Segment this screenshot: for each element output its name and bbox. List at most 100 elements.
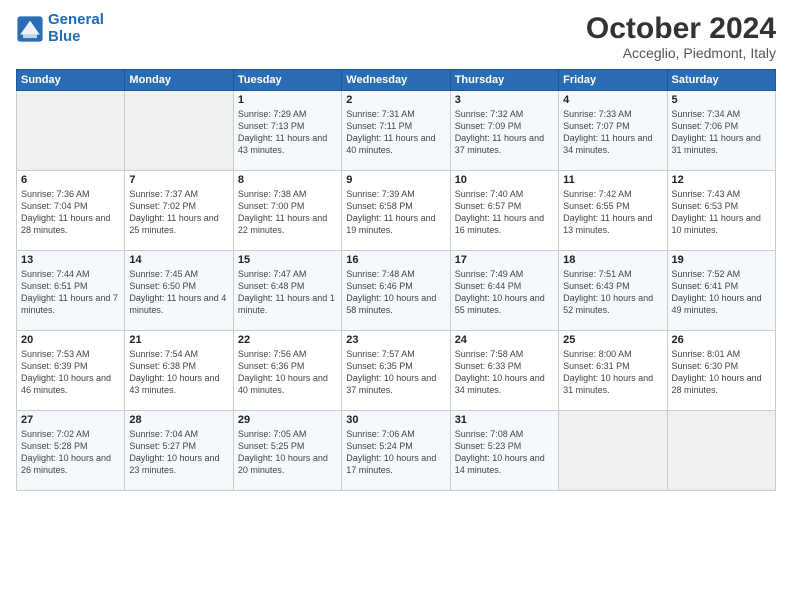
table-cell: 10 Sunrise: 7:40 AMSunset: 6:57 PMDayligh…: [450, 171, 558, 251]
day-number: 18: [563, 254, 662, 266]
day-info: Sunrise: 7:44 AMSunset: 6:51 PMDaylight:…: [21, 268, 120, 317]
day-info: Sunrise: 7:39 AMSunset: 6:58 PMDaylight:…: [346, 188, 445, 237]
table-cell: 13 Sunrise: 7:44 AMSunset: 6:51 PMDayligh…: [17, 251, 125, 331]
day-info: Sunrise: 7:36 AMSunset: 7:04 PMDaylight:…: [21, 188, 120, 237]
col-sat: Saturday: [667, 70, 775, 91]
table-cell: 23 Sunrise: 7:57 AMSunset: 6:35 PMDayligh…: [342, 331, 450, 411]
day-info: Sunrise: 7:52 AMSunset: 6:41 PMDaylight:…: [672, 268, 771, 317]
col-tue: Tuesday: [233, 70, 341, 91]
logo-line1: General: [48, 11, 104, 28]
day-number: 30: [346, 414, 445, 426]
table-cell: 27Sunrise: 7:02 AMSunset: 5:28 PMDayligh…: [17, 411, 125, 491]
col-sun: Sunday: [17, 70, 125, 91]
day-number: 13: [21, 254, 120, 266]
table-cell: [17, 91, 125, 171]
table-cell: [559, 411, 667, 491]
day-number: 1: [238, 94, 337, 106]
table-cell: 9 Sunrise: 7:39 AMSunset: 6:58 PMDaylight…: [342, 171, 450, 251]
day-info: Sunrise: 7:37 AMSunset: 7:02 PMDaylight:…: [129, 188, 228, 237]
day-info: Sunrise: 7:58 AMSunset: 6:33 PMDaylight:…: [455, 348, 554, 397]
day-number: 15: [238, 254, 337, 266]
day-number: 20: [21, 334, 120, 346]
col-mon: Monday: [125, 70, 233, 91]
table-cell: 24 Sunrise: 7:58 AMSunset: 6:33 PMDayligh…: [450, 331, 558, 411]
table-cell: 26Sunrise: 8:01 AMSunset: 6:30 PMDayligh…: [667, 331, 775, 411]
day-info: Sunrise: 7:53 AMSunset: 6:39 PMDaylight:…: [21, 348, 120, 397]
title-block: October 2024 Acceglio, Piedmont, Italy: [586, 12, 776, 61]
day-number: 21: [129, 334, 228, 346]
table-cell: [667, 411, 775, 491]
table-cell: 20 Sunrise: 7:53 AMSunset: 6:39 PMDayligh…: [17, 331, 125, 411]
logo: General Blue: [16, 12, 104, 45]
day-number: 3: [455, 94, 554, 106]
table-cell: 12Sunrise: 7:43 AMSunset: 6:53 PMDayligh…: [667, 171, 775, 251]
day-info: Sunrise: 7:51 AMSunset: 6:43 PMDaylight:…: [563, 268, 662, 317]
day-info: Sunrise: 7:04 AMSunset: 5:27 PMDaylight:…: [129, 428, 228, 477]
day-info: Sunrise: 7:48 AMSunset: 6:46 PMDaylight:…: [346, 268, 445, 317]
table-cell: 4Sunrise: 7:33 AMSunset: 7:07 PMDaylight…: [559, 91, 667, 171]
day-number: 5: [672, 94, 771, 106]
table-cell: 22Sunrise: 7:56 AMSunset: 6:36 PMDayligh…: [233, 331, 341, 411]
day-number: 29: [238, 414, 337, 426]
day-info: Sunrise: 7:05 AMSunset: 5:25 PMDaylight:…: [238, 428, 337, 477]
day-number: 6: [21, 174, 120, 186]
logo-line2: Blue: [48, 28, 81, 45]
table-cell: 28 Sunrise: 7:04 AMSunset: 5:27 PMDayligh…: [125, 411, 233, 491]
day-info: Sunrise: 7:29 AMSunset: 7:13 PMDaylight:…: [238, 108, 337, 157]
day-number: 16: [346, 254, 445, 266]
table-cell: 18 Sunrise: 7:51 AMSunset: 6:43 PMDayligh…: [559, 251, 667, 331]
table-cell: 8 Sunrise: 7:38 AMSunset: 7:00 PMDaylight…: [233, 171, 341, 251]
day-info: Sunrise: 7:43 AMSunset: 6:53 PMDaylight:…: [672, 188, 771, 237]
table-cell: 16 Sunrise: 7:48 AMSunset: 6:46 PMDayligh…: [342, 251, 450, 331]
day-number: 14: [129, 254, 228, 266]
day-number: 10: [455, 174, 554, 186]
day-number: 26: [672, 334, 771, 346]
day-number: 25: [563, 334, 662, 346]
table-cell: 21 Sunrise: 7:54 AMSunset: 6:38 PMDayligh…: [125, 331, 233, 411]
logo-text: General Blue: [48, 12, 104, 45]
day-number: 2: [346, 94, 445, 106]
table-cell: 3 Sunrise: 7:32 AMSunset: 7:09 PMDaylight…: [450, 91, 558, 171]
table-cell: 31 Sunrise: 7:08 AMSunset: 5:23 PMDayligh…: [450, 411, 558, 491]
table-cell: 17Sunrise: 7:49 AMSunset: 6:44 PMDayligh…: [450, 251, 558, 331]
day-info: Sunrise: 7:49 AMSunset: 6:44 PMDaylight:…: [455, 268, 554, 317]
table-cell: 25Sunrise: 8:00 AMSunset: 6:31 PMDayligh…: [559, 331, 667, 411]
day-number: 9: [346, 174, 445, 186]
calendar-table: Sunday Monday Tuesday Wednesday Thursday…: [16, 69, 776, 491]
day-info: Sunrise: 7:38 AMSunset: 7:00 PMDaylight:…: [238, 188, 337, 237]
day-number: 8: [238, 174, 337, 186]
day-info: Sunrise: 7:40 AMSunset: 6:57 PMDaylight:…: [455, 188, 554, 237]
table-cell: 6 Sunrise: 7:36 AMSunset: 7:04 PMDaylight…: [17, 171, 125, 251]
day-number: 11: [563, 174, 662, 186]
day-number: 28: [129, 414, 228, 426]
day-info: Sunrise: 7:34 AMSunset: 7:06 PMDaylight:…: [672, 108, 771, 157]
table-cell: 11 Sunrise: 7:42 AMSunset: 6:55 PMDayligh…: [559, 171, 667, 251]
col-fri: Friday: [559, 70, 667, 91]
calendar-subtitle: Acceglio, Piedmont, Italy: [586, 45, 776, 61]
calendar-page: General Blue October 2024 Acceglio, Pied…: [0, 0, 792, 612]
day-info: Sunrise: 7:57 AMSunset: 6:35 PMDaylight:…: [346, 348, 445, 397]
table-cell: 19Sunrise: 7:52 AMSunset: 6:41 PMDayligh…: [667, 251, 775, 331]
day-info: Sunrise: 7:32 AMSunset: 7:09 PMDaylight:…: [455, 108, 554, 157]
day-info: Sunrise: 7:06 AMSunset: 5:24 PMDaylight:…: [346, 428, 445, 477]
day-number: 7: [129, 174, 228, 186]
day-info: Sunrise: 7:42 AMSunset: 6:55 PMDaylight:…: [563, 188, 662, 237]
week-row-4: 20 Sunrise: 7:53 AMSunset: 6:39 PMDayligh…: [17, 331, 776, 411]
col-wed: Wednesday: [342, 70, 450, 91]
day-info: Sunrise: 7:08 AMSunset: 5:23 PMDaylight:…: [455, 428, 554, 477]
day-info: Sunrise: 7:56 AMSunset: 6:36 PMDaylight:…: [238, 348, 337, 397]
day-number: 23: [346, 334, 445, 346]
day-number: 24: [455, 334, 554, 346]
day-info: Sunrise: 7:45 AMSunset: 6:50 PMDaylight:…: [129, 268, 228, 317]
calendar-title: October 2024: [586, 12, 776, 45]
week-row-3: 13 Sunrise: 7:44 AMSunset: 6:51 PMDayligh…: [17, 251, 776, 331]
day-info: Sunrise: 7:02 AMSunset: 5:28 PMDaylight:…: [21, 428, 120, 477]
day-info: Sunrise: 7:47 AMSunset: 6:48 PMDaylight:…: [238, 268, 337, 317]
table-cell: 5 Sunrise: 7:34 AMSunset: 7:06 PMDaylight…: [667, 91, 775, 171]
table-cell: [125, 91, 233, 171]
day-number: 31: [455, 414, 554, 426]
day-info: Sunrise: 7:54 AMSunset: 6:38 PMDaylight:…: [129, 348, 228, 397]
table-cell: 14 Sunrise: 7:45 AMSunset: 6:50 PMDayligh…: [125, 251, 233, 331]
table-cell: 15 Sunrise: 7:47 AMSunset: 6:48 PMDayligh…: [233, 251, 341, 331]
col-thu: Thursday: [450, 70, 558, 91]
